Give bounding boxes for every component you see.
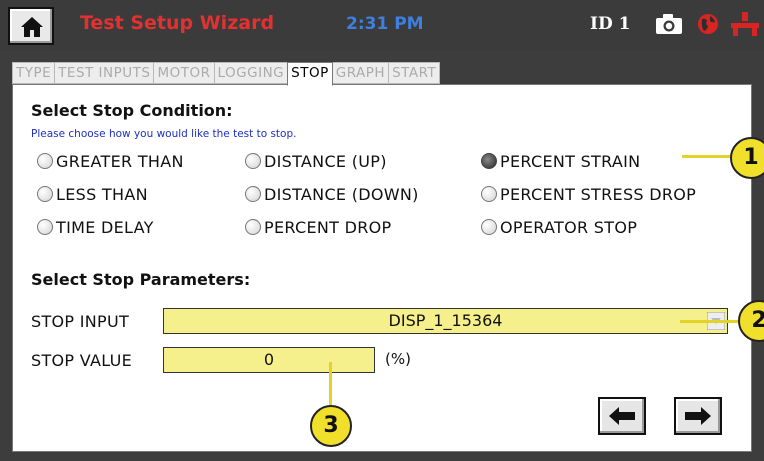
radio-greater-than[interactable]: GREATER THAN [37, 151, 184, 171]
radio-distance-down[interactable]: DISTANCE (DOWN) [245, 184, 419, 204]
callout-line-3 [329, 362, 332, 410]
radio-percent-drop[interactable]: PERCENT DROP [245, 217, 391, 237]
tab-start[interactable]: START [388, 62, 441, 84]
radio-button[interactable] [37, 219, 53, 235]
radio-label: DISTANCE (DOWN) [264, 184, 419, 204]
radio-button[interactable] [245, 153, 261, 169]
stop-input-label: STOP INPUT [31, 312, 130, 331]
back-button[interactable] [598, 397, 646, 435]
tab-test-inputs[interactable]: TEST INPUTS [54, 62, 155, 84]
radio-label: LESS THAN [56, 184, 148, 204]
tab-logging[interactable]: LOGGING [213, 62, 289, 84]
callout-line-2 [680, 320, 740, 323]
radio-label: TIME DELAY [56, 217, 154, 237]
header-bar: Test Setup Wizard 2:31 PM ID 1 [0, 0, 764, 50]
radio-label: PERCENT DROP [264, 217, 392, 237]
radio-label: PERCENT STRAIN [500, 151, 641, 171]
wizard-tabs: TYPE TEST INPUTS MOTOR LOGGING STOP GRAP… [12, 62, 441, 86]
camera-icon[interactable] [655, 13, 683, 35]
radio-button[interactable] [245, 219, 261, 235]
radio-operator-stop[interactable]: OPERATOR STOP [481, 217, 637, 237]
radio-label: OPERATOR STOP [500, 217, 638, 237]
radio-button[interactable] [37, 186, 53, 202]
app-title: Test Setup Wizard [80, 12, 275, 34]
home-button[interactable] [8, 7, 54, 45]
radio-label: DISTANCE (UP) [264, 151, 387, 171]
stop-value-unit: (%) [385, 350, 411, 368]
stop-params-heading: Select Stop Parameters: [31, 270, 251, 289]
tab-type[interactable]: TYPE [12, 62, 56, 84]
radio-label: PERCENT STRESS DROP [500, 184, 697, 204]
radio-button[interactable] [481, 186, 497, 202]
radio-distance-up[interactable]: DISTANCE (UP) [245, 151, 387, 171]
stop-value-label: STOP VALUE [31, 351, 133, 370]
tab-stop[interactable]: STOP [287, 62, 333, 86]
home-icon [21, 17, 43, 37]
radio-time-delay[interactable]: TIME DELAY [37, 217, 154, 237]
stop-input-dropdown[interactable]: DISP_1_15364 [163, 308, 728, 334]
globe-icon[interactable] [697, 13, 719, 35]
tab-motor[interactable]: MOTOR [153, 62, 215, 84]
next-button[interactable] [674, 397, 722, 435]
radio-button[interactable] [37, 153, 53, 169]
app-window: Test Setup Wizard 2:31 PM ID 1 TYPE TEST… [0, 0, 764, 461]
callout-3: 3 [310, 405, 352, 447]
radio-button[interactable] [481, 219, 497, 235]
stop-panel: Select Stop Condition: Please choose how… [12, 84, 752, 452]
callout-line-1 [682, 155, 734, 158]
radio-percent-strain[interactable]: PERCENT STRAIN [481, 151, 640, 171]
radio-less-than[interactable]: LESS THAN [37, 184, 148, 204]
stop-condition-hint: Please choose how you would like the tes… [31, 128, 297, 140]
plug-icon[interactable] [730, 11, 760, 37]
arrow-left-icon [609, 407, 635, 425]
radio-button[interactable] [245, 186, 261, 202]
radio-label: GREATER THAN [56, 151, 184, 171]
callout-1: 1 [730, 137, 764, 179]
stop-value-input[interactable]: 0 [163, 347, 375, 373]
stop-condition-heading: Select Stop Condition: [31, 101, 233, 120]
radio-button-selected[interactable] [481, 153, 497, 169]
device-id: ID 1 [590, 14, 631, 34]
arrow-right-icon [685, 407, 711, 425]
clock-time: 2:31 PM [346, 14, 424, 34]
stop-input-value: DISP_1_15364 [388, 311, 503, 330]
radio-percent-stress-drop[interactable]: PERCENT STRESS DROP [481, 184, 696, 204]
tab-graph[interactable]: GRAPH [331, 62, 390, 84]
